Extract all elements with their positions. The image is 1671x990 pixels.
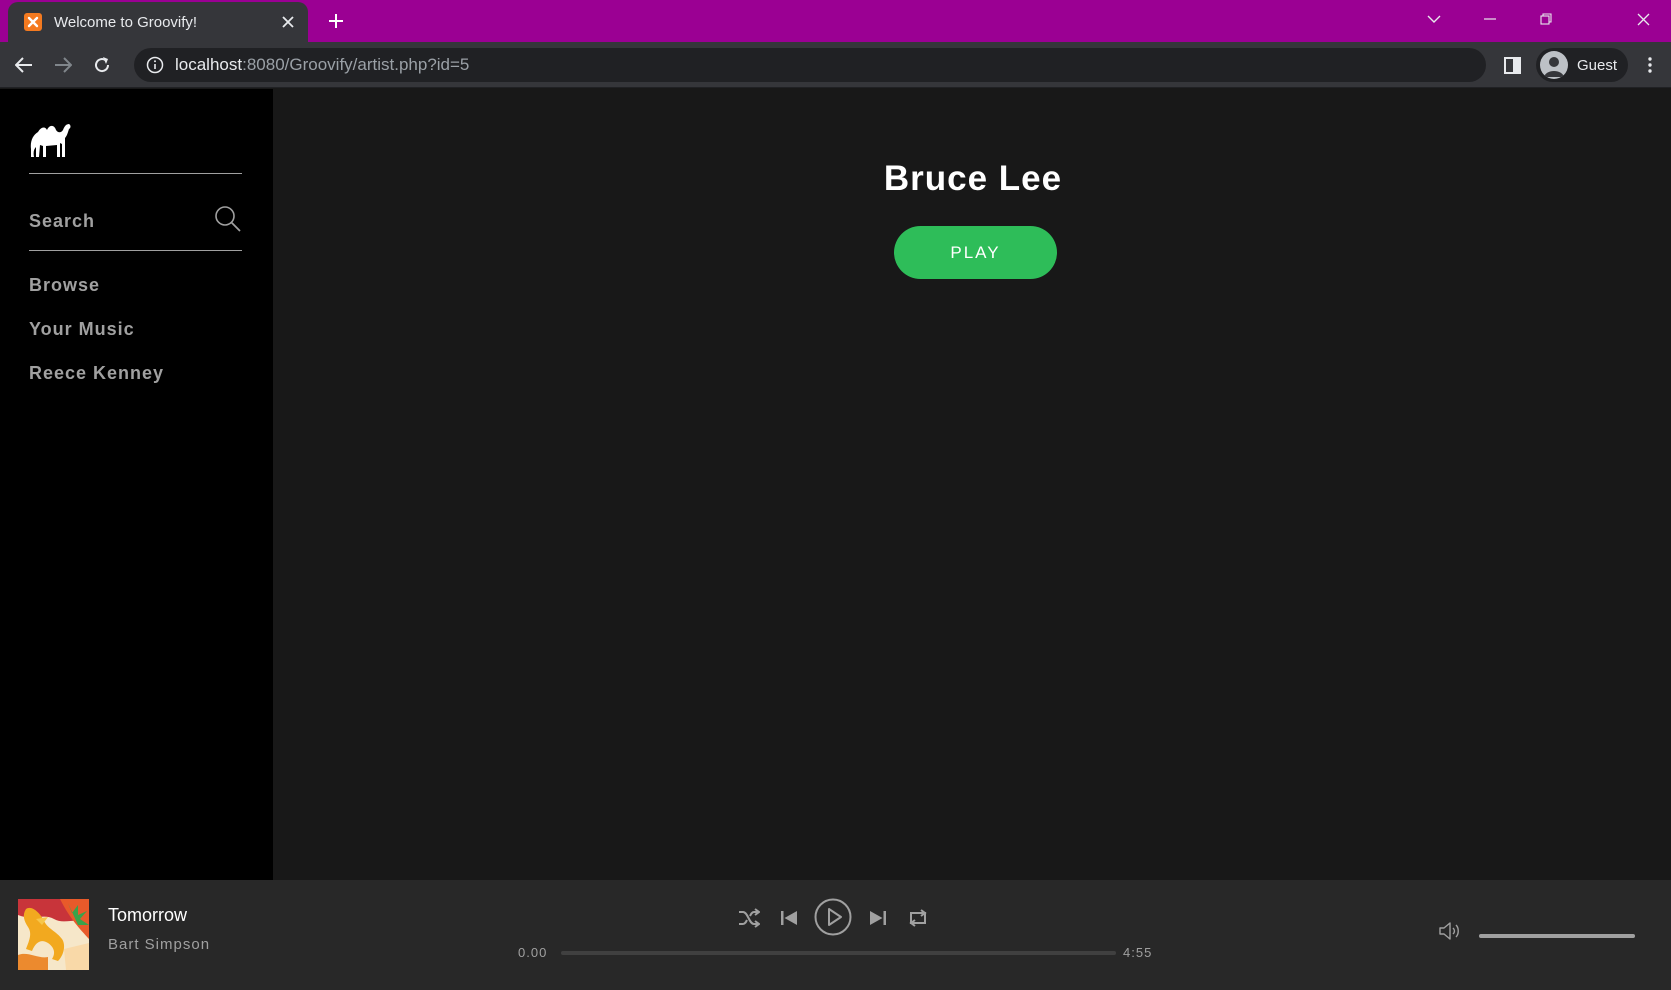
album-artwork[interactable] (18, 899, 89, 970)
search-icon (214, 205, 242, 238)
search-label: Search (29, 210, 96, 231)
progress-bar[interactable] (561, 951, 1116, 955)
profile-avatar-icon (1540, 51, 1568, 79)
address-bar[interactable]: localhost:8080/Groovify/artist.php?id=5 (134, 48, 1486, 82)
sidebar-divider-top (29, 173, 242, 174)
track-artist[interactable]: Bart Simpson (108, 936, 210, 953)
previous-track-icon[interactable] (777, 906, 801, 930)
browser-tab-strip: Welcome to Groovify! (0, 0, 1671, 42)
duration: 4:55 (1123, 945, 1153, 960)
restore-icon[interactable] (1518, 0, 1574, 38)
tab-title: Welcome to Groovify! (54, 13, 198, 31)
forward-icon[interactable] (47, 49, 79, 81)
back-icon[interactable] (8, 49, 40, 81)
volume-speaker-icon[interactable] (1437, 918, 1463, 944)
url-host: localhost (175, 55, 243, 74)
now-playing-bar: Tomorrow Bart Simpson 0.00 4:55 (0, 880, 1671, 990)
track-name[interactable]: Tomorrow (108, 905, 187, 926)
xampp-favicon-icon (24, 13, 42, 31)
minimize-icon[interactable] (1462, 0, 1518, 38)
current-time: 0.00 (518, 945, 548, 960)
sidebar-search-link[interactable]: Search (29, 205, 242, 238)
sidebar-item-profile[interactable]: Reece Kenney (29, 363, 164, 384)
profile-button[interactable]: Guest (1536, 48, 1628, 82)
profile-label: Guest (1577, 56, 1618, 74)
url-path: :8080/Groovify/artist.php?id=5 (242, 55, 470, 74)
close-tab-icon[interactable] (274, 8, 302, 36)
repeat-icon[interactable] (906, 906, 930, 930)
site-info-icon[interactable] (145, 55, 165, 75)
close-window-icon[interactable] (1615, 0, 1671, 38)
artist-name: Bruce Lee (883, 159, 1063, 198)
main-content: Bruce Lee PLAY (273, 89, 1671, 880)
new-tab-icon[interactable] (322, 7, 350, 35)
side-panel-icon[interactable] (1500, 53, 1524, 77)
browser-toolbar: localhost:8080/Groovify/artist.php?id=5 … (0, 42, 1671, 88)
sidebar-item-browse[interactable]: Browse (29, 275, 100, 296)
play-pause-icon[interactable] (814, 898, 852, 936)
browser-menu-icon[interactable] (1638, 53, 1662, 77)
sidebar-divider-bottom (29, 250, 242, 251)
next-track-icon[interactable] (866, 906, 890, 930)
tab-search-chevron-icon[interactable] (1406, 0, 1462, 38)
sidebar-item-your-music[interactable]: Your Music (29, 319, 135, 340)
shuffle-icon[interactable] (737, 906, 761, 930)
volume-bar[interactable] (1479, 934, 1635, 938)
url-text: localhost:8080/Groovify/artist.php?id=5 (175, 55, 469, 75)
groovify-logo-camel-icon[interactable] (28, 119, 72, 161)
volume-bar-fill (1479, 934, 1635, 938)
play-artist-button[interactable]: PLAY (894, 226, 1057, 279)
browser-tab[interactable]: Welcome to Groovify! (8, 2, 308, 42)
app-sidebar: Search Browse Your Music Reece Kenney (0, 89, 273, 880)
reload-icon[interactable] (86, 49, 118, 81)
